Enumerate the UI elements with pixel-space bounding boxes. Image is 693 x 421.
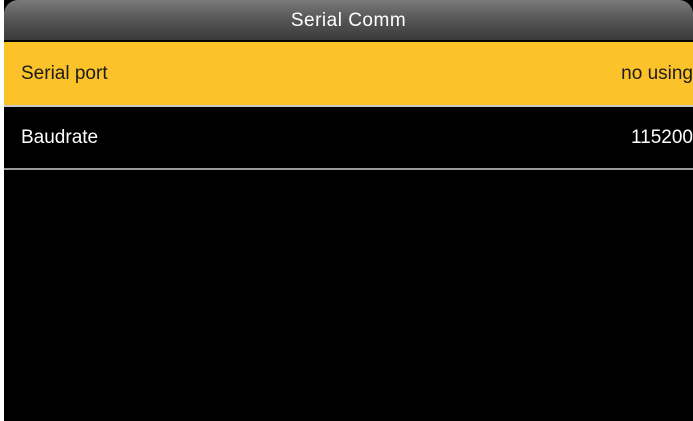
setting-row-baudrate[interactable]: Baudrate 115200 bbox=[4, 107, 693, 170]
empty-list-area bbox=[4, 170, 693, 421]
device-screen: Serial Comm Serial port no using Baudrat… bbox=[4, 0, 693, 421]
setting-value-serial-port: no using bbox=[621, 63, 693, 84]
setting-value-baudrate: 115200 bbox=[631, 127, 693, 148]
title-bar: Serial Comm bbox=[4, 0, 693, 40]
page-title: Serial Comm bbox=[290, 10, 407, 31]
setting-label-serial-port: Serial port bbox=[21, 63, 108, 84]
setting-label-baudrate: Baudrate bbox=[21, 127, 99, 148]
setting-row-serial-port[interactable]: Serial port no using bbox=[4, 42, 693, 107]
